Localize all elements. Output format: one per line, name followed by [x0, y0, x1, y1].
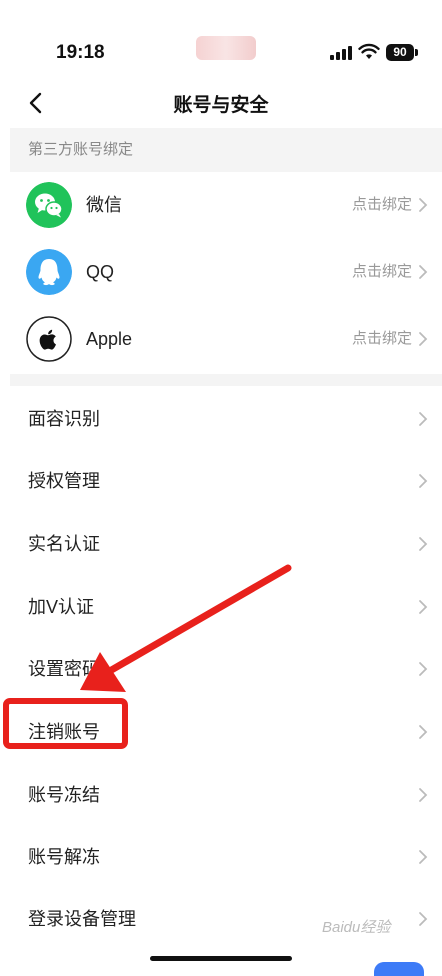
menu-item-label: 面容识别 — [28, 409, 100, 429]
chevron-right-icon — [419, 662, 428, 676]
menu-item-face-id[interactable]: 面容识别 — [10, 388, 442, 450]
menu-item-delete-account[interactable]: 注销账号 — [10, 701, 442, 763]
blurred-notification — [196, 36, 256, 60]
partial-toggle — [374, 962, 424, 976]
bind-row-wechat[interactable]: 微信 点击绑定 — [10, 172, 442, 238]
menu-item-label: 账号冻结 — [28, 785, 100, 805]
status-time: 19:18 — [56, 42, 105, 63]
home-indicator — [150, 956, 292, 961]
menu-item-unfreeze-account[interactable]: 账号解冻 — [10, 826, 442, 888]
menu-item-real-name[interactable]: 实名认证 — [10, 513, 442, 575]
menu-item-label: 设置密码 — [28, 659, 100, 679]
chevron-right-icon — [419, 600, 428, 614]
bind-action: 点击绑定 — [351, 196, 412, 213]
wechat-icon — [26, 182, 72, 228]
qq-icon — [26, 249, 72, 295]
section-divider — [10, 374, 442, 386]
menu-item-label: 实名认证 — [28, 534, 100, 554]
menu-item-label: 登录设备管理 — [28, 909, 136, 929]
menu-item-v-verification[interactable]: 加V认证 — [10, 576, 442, 638]
battery-nub — [415, 49, 418, 56]
battery-icon: 90 — [386, 44, 414, 61]
chevron-right-icon — [419, 332, 428, 346]
menu-item-label: 授权管理 — [28, 471, 100, 491]
bind-action: 点击绑定 — [351, 263, 412, 280]
navigation-bar: 账号与安全 — [0, 80, 442, 126]
status-bar: 19:18 90 — [0, 0, 442, 80]
bind-label: 微信 — [86, 195, 122, 215]
menu-item-label: 注销账号 — [28, 722, 100, 742]
chevron-right-icon — [419, 265, 428, 279]
chevron-right-icon — [419, 198, 428, 212]
chevron-right-icon — [419, 537, 428, 551]
bind-action: 点击绑定 — [351, 330, 412, 347]
menu-item-set-password[interactable]: 设置密码 — [10, 638, 442, 700]
menu-item-freeze-account[interactable]: 账号冻结 — [10, 764, 442, 826]
menu-item-label: 账号解冻 — [28, 847, 100, 867]
section-header-third-party: 第三方账号绑定 — [10, 128, 442, 172]
chevron-right-icon — [419, 412, 428, 426]
watermark: Baidu经验 — [322, 919, 391, 936]
bind-label: Apple — [86, 329, 133, 349]
chevron-right-icon — [419, 850, 428, 864]
apple-icon — [26, 316, 72, 362]
menu-item-label: 加V认证 — [28, 597, 95, 617]
bind-row-qq[interactable]: QQ 点击绑定 — [10, 239, 442, 305]
chevron-right-icon — [419, 725, 428, 739]
wifi-icon — [358, 43, 380, 59]
chevron-right-icon — [419, 912, 428, 926]
bind-row-apple[interactable]: Apple 点击绑定 — [10, 306, 442, 372]
chevron-right-icon — [419, 474, 428, 488]
bind-label: QQ — [86, 262, 115, 282]
signal-icon — [330, 44, 354, 60]
page-title: 账号与安全 — [173, 95, 269, 116]
menu-item-authorization[interactable]: 授权管理 — [10, 450, 442, 512]
chevron-right-icon — [419, 788, 428, 802]
